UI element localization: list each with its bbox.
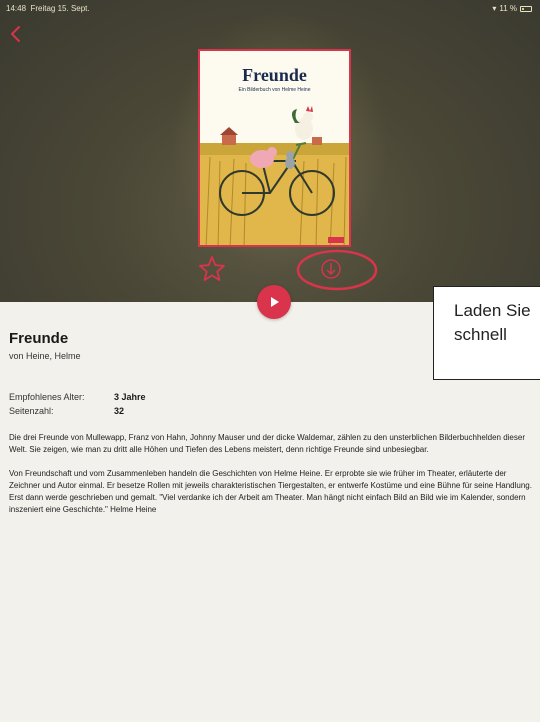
wifi-icon: ▾: [492, 4, 497, 13]
battery-percent: 11 %: [499, 4, 517, 13]
play-icon: [271, 297, 279, 307]
meta-row-pages: Seitenzahl: 32: [9, 404, 146, 418]
meta-value: 32: [114, 406, 125, 416]
meta-label: Empfohlenes Alter:: [9, 392, 85, 402]
description-paragraph: Von Freundschaft und vom Zusammenleben h…: [9, 469, 532, 514]
meta-label: Seitenzahl:: [9, 406, 54, 416]
download-icon[interactable]: [296, 249, 378, 291]
book-description: Die drei Freunde von Mullewapp, Franz vo…: [9, 432, 539, 528]
book-meta: Empfohlenes Alter: 3 Jahre Seitenzahl: 3…: [9, 390, 146, 418]
book-title: Freunde: [9, 330, 69, 347]
book-cover[interactable]: Freunde Ein Bilderbuch von Helme Heine: [198, 49, 351, 247]
play-button[interactable]: [257, 285, 291, 319]
status-indicators: ▾ 11 %: [492, 4, 532, 13]
book-author: von Heine, Helme: [9, 351, 81, 361]
cover-title: Freunde: [242, 65, 307, 85]
status-time: 14:48 Freitag 15. Sept.: [6, 4, 90, 13]
status-date: Freitag 15. Sept.: [30, 4, 90, 13]
battery-icon: [520, 5, 532, 12]
description-paragraph: Die drei Freunde von Mullewapp, Franz vo…: [9, 433, 525, 454]
status-bar: 14:48 Freitag 15. Sept. ▾ 11 %: [0, 0, 540, 18]
callout-line-2: schnell: [454, 325, 507, 344]
chevron-left-icon[interactable]: [8, 24, 24, 44]
meta-row-age: Empfohlenes Alter: 3 Jahre: [9, 390, 146, 404]
star-icon[interactable]: [198, 255, 226, 283]
callout-box: Laden Sie schnell: [433, 286, 540, 380]
hero-banner: 14:48 Freitag 15. Sept. ▾ 11 % Freunde E…: [0, 0, 540, 302]
callout-line-1: Laden Sie: [454, 301, 531, 320]
meta-value: 3 Jahre: [114, 392, 146, 402]
cover-subtitle: Ein Bilderbuch von Helme Heine: [238, 87, 311, 93]
